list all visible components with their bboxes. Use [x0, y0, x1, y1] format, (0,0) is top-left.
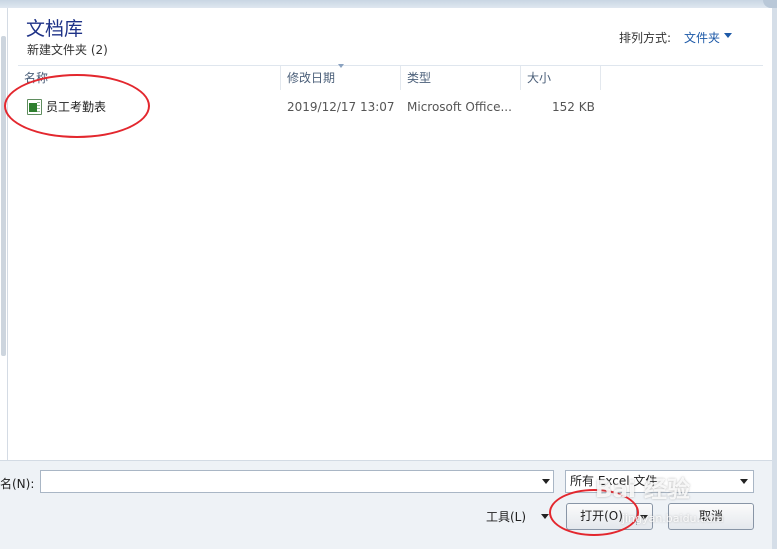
file-type: Microsoft Office...: [407, 100, 512, 114]
window-corner: [763, 0, 777, 8]
column-header-modified[interactable]: 修改日期: [281, 66, 401, 90]
chevron-down-icon[interactable]: [724, 33, 732, 38]
arrange-by-dropdown[interactable]: 文件夹: [684, 29, 720, 46]
navigation-scrollbar[interactable]: [1, 36, 6, 356]
navigation-pane[interactable]: [0, 8, 8, 460]
file-list-area: 文档库 新建文件夹 (2) 排列方式: 文件夹 名称 修改日期 类型 大小 员工…: [4, 8, 772, 460]
watermark-logo: Bai 经验: [595, 477, 690, 503]
column-header-size[interactable]: 大小: [521, 66, 601, 90]
window-top-strip: [0, 0, 777, 8]
column-header-type[interactable]: 类型: [401, 66, 521, 90]
watermark-url: jingyan.baidu.com: [622, 512, 724, 525]
file-modified: 2019/12/17 13:07: [287, 100, 395, 114]
filename-label: 名(N):: [0, 477, 35, 491]
arrange-by-label: 排列方式:: [619, 31, 672, 45]
chevron-down-icon[interactable]: [542, 479, 550, 484]
filename-input[interactable]: [40, 470, 554, 493]
file-size: 152 KB: [552, 100, 595, 114]
sort-indicator-icon: [338, 64, 344, 68]
window-right-edge: [772, 8, 777, 549]
library-subtitle: 新建文件夹 (2): [27, 43, 108, 57]
tools-menu[interactable]: 工具(L): [486, 508, 526, 525]
chevron-down-icon[interactable]: [740, 479, 748, 484]
chevron-down-icon[interactable]: [541, 514, 549, 519]
library-title: 文档库: [26, 18, 84, 40]
red-annotation-circle: [4, 74, 150, 138]
